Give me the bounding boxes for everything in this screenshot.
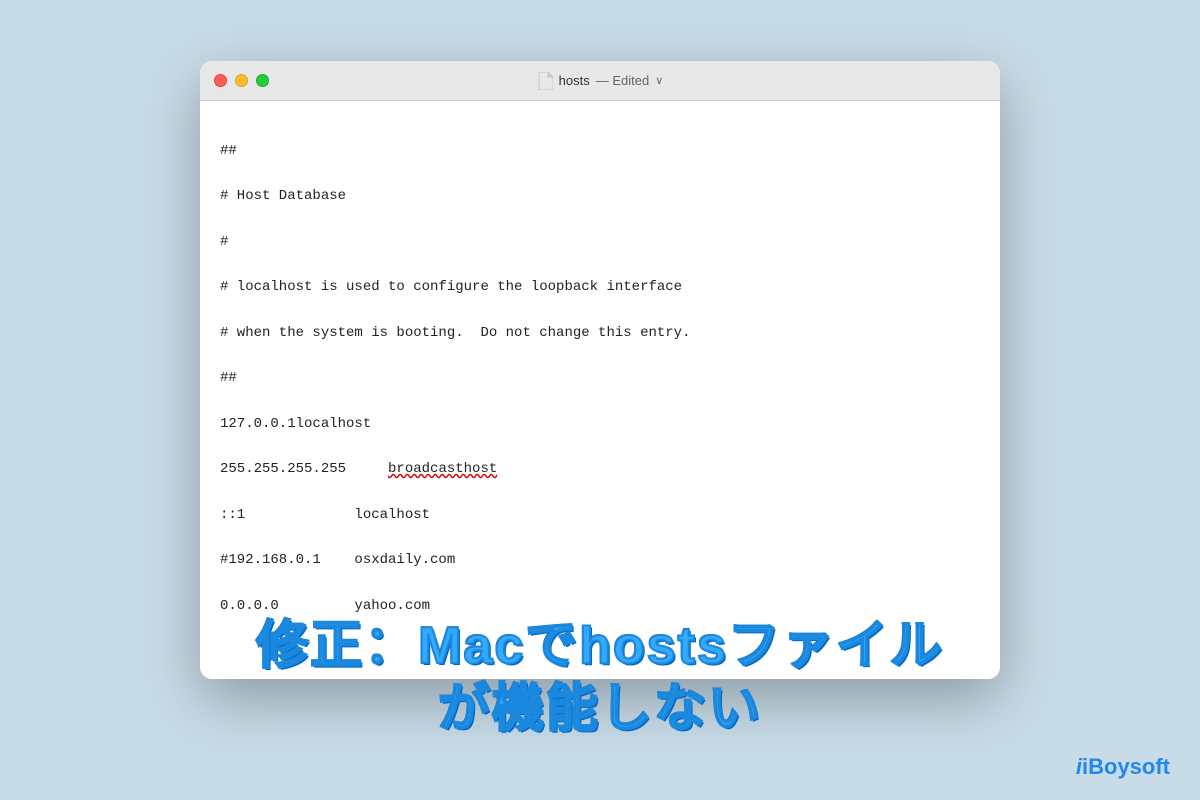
- editor-line: # localhost is used to configure the loo…: [220, 276, 980, 299]
- editor-line: #192.168.0.1 osxdaily.com: [220, 549, 980, 572]
- titlebar-title: hosts — Edited ∨: [537, 72, 664, 90]
- editor-line: ##: [220, 140, 980, 163]
- window-title: hosts: [559, 73, 590, 88]
- editor-line: ::1 localhost: [220, 504, 980, 527]
- maximize-button[interactable]: [256, 74, 269, 87]
- editor-content[interactable]: ## # Host Database # # localhost is used…: [200, 101, 1000, 678]
- editor-line: 255.255.255.255 broadcasthost: [220, 458, 980, 481]
- overlay-title-line1: 修正：Macでhostsファイル: [175, 615, 1025, 677]
- editor-line: # Host Database: [220, 185, 980, 208]
- close-button[interactable]: [214, 74, 227, 87]
- editor-line: # when the system is booting. Do not cha…: [220, 322, 980, 345]
- overlay-title-line2: が機能しない: [175, 678, 1025, 740]
- spellcheck-underline: broadcasthost: [388, 461, 497, 477]
- editor-line: 127.0.0.1localhost: [220, 413, 980, 436]
- chevron-down-icon[interactable]: ∨: [655, 74, 663, 87]
- traffic-lights: [214, 74, 269, 87]
- editor-window: hosts — Edited ∨ ## # Host Database # # …: [200, 61, 1000, 678]
- overlay-text: 修正：Macでhostsファイル が機能しない: [175, 615, 1025, 740]
- editor-line: #: [220, 231, 980, 254]
- file-icon: [537, 72, 553, 90]
- editor-line: ##: [220, 367, 980, 390]
- minimize-button[interactable]: [235, 74, 248, 87]
- branding-logo: iiBoysoft: [1076, 754, 1170, 780]
- titlebar: hosts — Edited ∨: [200, 61, 1000, 101]
- edited-badge: — Edited: [596, 73, 650, 88]
